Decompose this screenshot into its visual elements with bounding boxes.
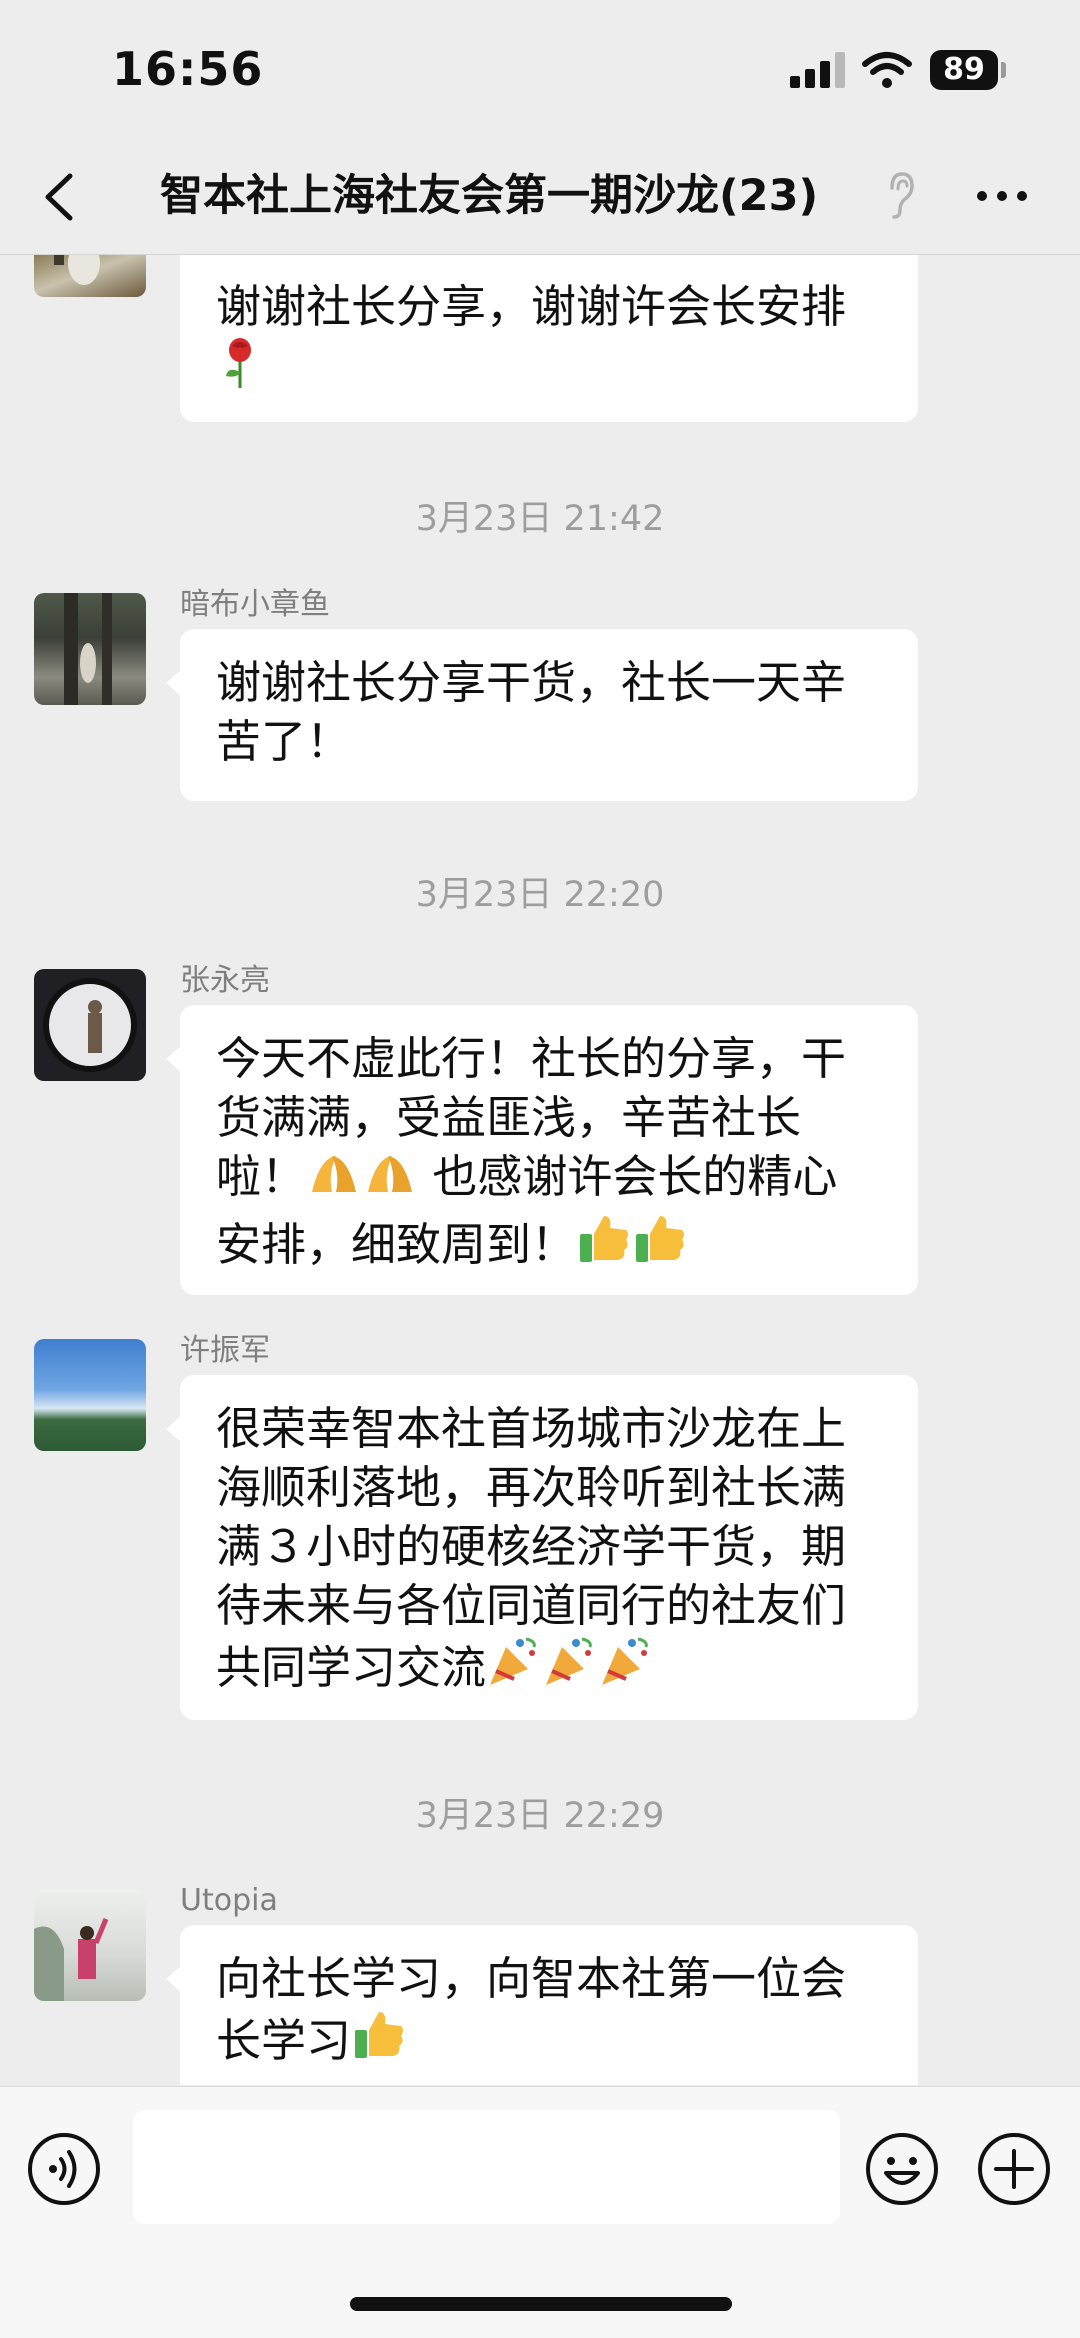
message-bubble[interactable]: 很荣幸智本社首场城市沙龙在上海顺利落地，再次聆听到社长满满３小时的硬核经济学干货…: [166, 1375, 918, 1720]
timestamp: 3月23日 22:29: [415, 1796, 665, 1836]
folded-hands-emoji: [306, 1148, 362, 1212]
emoji-icon[interactable]: [864, 2131, 940, 2207]
thumbs-up-emoji: [351, 2008, 407, 2076]
party-popper-emoji: [486, 1635, 542, 1703]
battery-cap: [1001, 62, 1006, 78]
rose-emoji: [216, 336, 264, 404]
avatar[interactable]: [34, 255, 146, 297]
back-arrow-icon[interactable]: [30, 162, 90, 232]
avatar[interactable]: [34, 593, 146, 705]
message-text: 向社长学习，向智本社第一位会长学习: [216, 1952, 847, 2067]
sender-name: Utopia: [180, 1883, 278, 1918]
home-indicator[interactable]: [350, 2297, 732, 2311]
message-bubble[interactable]: 谢谢社长分享，谢谢许会长安排: [180, 255, 918, 422]
sender-name: 许振军: [180, 1333, 270, 1368]
more-functions-icon[interactable]: [976, 2131, 1052, 2207]
party-popper-emoji: [542, 1635, 598, 1703]
sender-name: 暗布小章鱼: [180, 587, 330, 622]
message-input[interactable]: [133, 2110, 840, 2224]
chat-title: 智本社上海社友会第一期沙龙(23): [160, 171, 819, 221]
timestamp: 3月23日 22:20: [415, 875, 665, 915]
message-bubble[interactable]: 今天不虚此行！社长的分享，干货满满，受益匪浅，辛苦社长啦！ 也感谢许会长的精心安…: [166, 1005, 918, 1295]
avatar[interactable]: [34, 1889, 146, 2001]
thumbs-up-emoji: [576, 1212, 632, 1280]
message-text: 谢谢社长分享，谢谢许会长安排: [216, 280, 847, 333]
thumbs-up-emoji: [632, 1212, 688, 1280]
voice-input-icon[interactable]: [26, 2131, 102, 2207]
mute-ear-icon: [890, 172, 914, 219]
wifi-icon: [862, 52, 912, 88]
message-bubble[interactable]: 向社长学习，向智本社第一位会长学习: [166, 1925, 918, 2085]
avatar[interactable]: [34, 969, 146, 1081]
chat-input-bar: [0, 2086, 1080, 2338]
battery-icon: 89: [930, 50, 998, 90]
folded-hands-emoji: [362, 1148, 418, 1212]
status-bar: 16:56 89: [0, 0, 1080, 140]
chat-header: 智本社上海社友会第一期沙龙(23): [0, 140, 1080, 255]
chat-message-list[interactable]: 谢谢社长分享，谢谢许会长安排 3月23日 21:42 暗布小章鱼 谢谢社长分享干…: [0, 255, 1080, 2085]
message-text: 谢谢社长分享干货，社长一天辛苦了！: [216, 656, 847, 768]
more-options-icon[interactable]: [972, 176, 1032, 216]
battery-level: 89: [943, 52, 985, 87]
timestamp: 3月23日 21:42: [415, 499, 665, 539]
cellular-signal-icon: [790, 52, 846, 88]
party-popper-emoji: [598, 1635, 654, 1703]
sender-name: 张永亮: [180, 963, 270, 998]
status-time: 16:56: [112, 42, 264, 96]
avatar[interactable]: [34, 1339, 146, 1451]
message-bubble[interactable]: 谢谢社长分享干货，社长一天辛苦了！: [166, 629, 918, 801]
